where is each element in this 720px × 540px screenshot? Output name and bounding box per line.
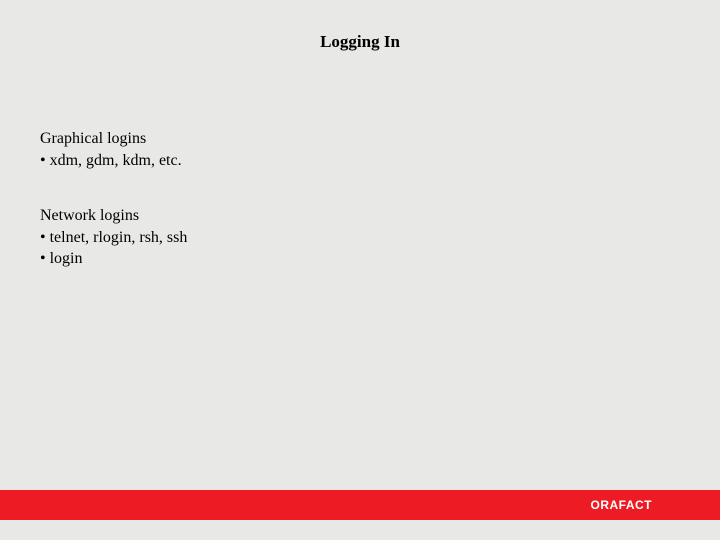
section-heading: Network logins [40, 205, 720, 227]
footer-endcap [692, 490, 720, 520]
bullet-text: telnet, rlogin, rsh, ssh [50, 229, 188, 246]
slide-title: Logging In [0, 0, 720, 52]
slide-content: Graphical logins • xdm, gdm, kdm, etc. N… [0, 52, 720, 270]
footer-bar: ORAFACT [0, 490, 720, 520]
section-graphical-logins: Graphical logins • xdm, gdm, kdm, etc. [40, 128, 720, 171]
bullet-item: • telnet, rlogin, rsh, ssh [40, 227, 720, 249]
footer-logo: ORAFACT [591, 498, 653, 512]
bullet-text: xdm, gdm, kdm, etc. [50, 152, 182, 169]
section-heading: Graphical logins [40, 128, 720, 150]
bullet-item: • xdm, gdm, kdm, etc. [40, 150, 720, 172]
bullet-text: login [50, 250, 83, 267]
section-network-logins: Network logins • telnet, rlogin, rsh, ss… [40, 205, 720, 270]
bullet-item: • login [40, 248, 720, 270]
